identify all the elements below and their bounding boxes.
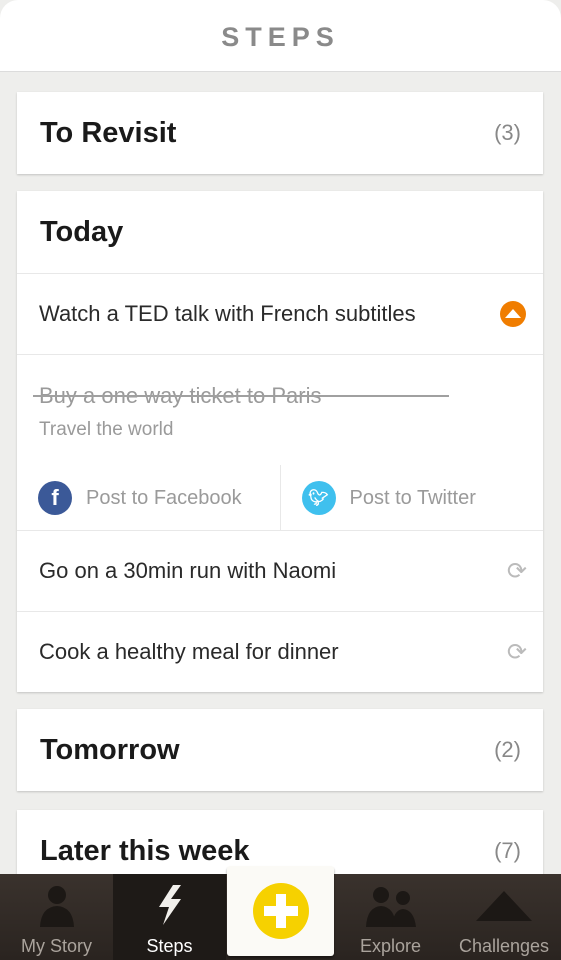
strikethrough (33, 395, 449, 397)
page-title: STEPS (221, 22, 340, 52)
tab-label: My Story (20, 936, 92, 956)
post-to-twitter-button[interactable]: 🐦︎ Post to Twitter (279, 465, 544, 531)
section-to-revisit[interactable]: To Revisit (3) (17, 92, 543, 174)
header: STEPS (0, 0, 561, 72)
section-title: To Revisit (40, 116, 177, 149)
section-title: Later this week (40, 834, 250, 867)
tab-steps[interactable]: Steps (113, 874, 226, 960)
section-count: (3) (494, 120, 521, 145)
section-count: (2) (494, 737, 521, 762)
facebook-icon: f (38, 481, 72, 515)
list-item[interactable]: Go on a 30min run with Naomi ⟳ (17, 530, 543, 611)
item-text: Go on a 30min run with Naomi (39, 558, 337, 583)
add-step-button[interactable] (227, 866, 334, 956)
repeat-icon[interactable]: ⟳ (507, 638, 527, 667)
tab-explore[interactable]: Explore (334, 874, 447, 960)
section-today: Today Watch a TED talk with French subti… (17, 191, 543, 692)
twitter-icon: 🐦︎ (301, 481, 336, 515)
facebook-label: Post to Facebook (86, 486, 242, 509)
tab-my-story[interactable]: My Story (0, 874, 113, 960)
section-tomorrow[interactable]: Tomorrow (2) (17, 709, 543, 791)
tab-challenges[interactable]: Challenges (447, 874, 561, 960)
tab-label: Steps (146, 936, 193, 956)
completed-item[interactable]: Buy a one way ticket to Paris Travel the… (17, 354, 544, 531)
item-text: Cook a healthy meal for dinner (39, 639, 339, 664)
tab-label: Challenges (458, 936, 550, 956)
repeat-icon[interactable]: ⟳ (507, 557, 527, 586)
section-title: Today (40, 215, 124, 248)
post-to-facebook-button[interactable]: f Post to Facebook (17, 465, 280, 531)
person-icon (39, 886, 74, 927)
item-text: Watch a TED talk with French subtitles (39, 301, 416, 326)
mountain-icon (476, 891, 532, 921)
tab-label: Explore (359, 936, 422, 956)
lightning-icon (158, 885, 181, 925)
section-title: Tomorrow (40, 733, 180, 766)
twitter-label: Post to Twitter (349, 486, 476, 509)
plus-icon (252, 883, 309, 939)
list-item[interactable]: Cook a healthy meal for dinner ⟳ (17, 611, 543, 692)
list-item[interactable]: Watch a TED talk with French subtitles (17, 273, 543, 354)
orange-up-arrow-icon[interactable] (499, 300, 527, 328)
item-subtitle: Travel the world (39, 419, 174, 440)
section-count: (7) (494, 838, 521, 863)
people-icon (365, 887, 416, 927)
